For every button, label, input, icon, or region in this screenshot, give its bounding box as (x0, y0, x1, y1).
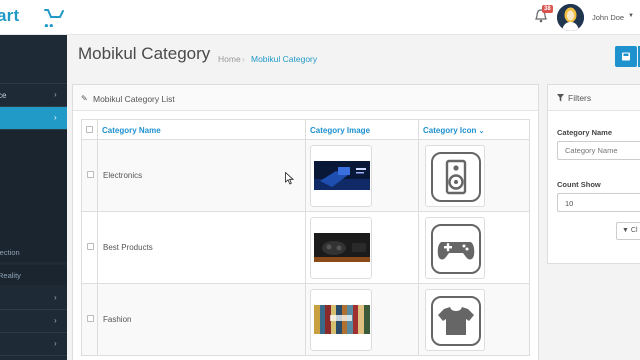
panel-heading: ✎ Mobikul Category List (73, 85, 538, 111)
category-name: Best Products (103, 243, 153, 252)
chevron-right-icon: › (54, 339, 57, 348)
category-name-label: Category Name (557, 128, 613, 137)
gamepad-icon (437, 242, 475, 260)
panel-title: Mobikul Category List (93, 94, 175, 104)
sidebar-item-8[interactable]: › (0, 333, 67, 356)
products-banner-image (314, 233, 370, 262)
chevron-right-icon: › (54, 293, 57, 302)
table-row: Electronics (81, 140, 530, 212)
column-header-label: Category Image (310, 126, 371, 135)
sidebar-item-7[interactable]: › (0, 310, 67, 333)
user-menu-caret-icon[interactable]: ▼ (628, 13, 634, 19)
electronics-banner-image (314, 161, 370, 190)
sidebar-item-2[interactable]: ce › (0, 84, 67, 107)
row-checkbox[interactable] (87, 315, 94, 322)
chevron-right-icon: › (54, 113, 57, 122)
column-header-label: Category Name (102, 126, 161, 135)
count-show-label: Count Show (557, 180, 601, 189)
tshirt-icon (438, 307, 474, 335)
sidebar-subitem-reality[interactable]: Reality (0, 265, 67, 285)
user-name[interactable]: John Doe (592, 13, 624, 22)
logo-text: art (0, 6, 20, 25)
filters-title: Filters (568, 93, 592, 103)
category-image-thumb[interactable] (310, 289, 372, 351)
category-list-panel: ✎ Mobikul Category List Category Name Ca… (72, 84, 539, 360)
page-title: Mobikul Category (78, 44, 211, 63)
category-icon-thumb[interactable] (425, 145, 485, 207)
column-header-name[interactable]: Category Name (97, 119, 306, 140)
row-checkbox[interactable] (87, 171, 94, 178)
user-avatar[interactable] (557, 4, 584, 31)
sidebar-item-6[interactable]: › (0, 287, 67, 310)
filter-button[interactable]: ▼ Cl (616, 222, 640, 240)
category-name: Fashion (103, 315, 132, 324)
breadcrumb-current[interactable]: Mobikul Category (251, 54, 317, 64)
chevron-right-icon: › (54, 90, 57, 99)
sidebar-subitem-collection[interactable]: lection (0, 242, 67, 262)
sidebar-item-active[interactable]: › (0, 107, 67, 130)
speaker-icon (445, 159, 467, 195)
category-name: Electronics (103, 171, 143, 180)
category-name-input[interactable] (557, 141, 640, 160)
sidebar-subitem-label: Reality (0, 271, 21, 280)
sidebar-nav: l ce › › lection Reality › › › (0, 35, 67, 360)
pencil-icon: ✎ (81, 94, 88, 103)
category-image-thumb[interactable] (310, 145, 372, 207)
category-icon-thumb[interactable] (425, 217, 485, 279)
floppy-disk-icon (622, 52, 630, 61)
breadcrumb-separator: › (242, 54, 245, 64)
select-all-header (81, 119, 98, 140)
breadcrumb-home[interactable]: Home (218, 54, 241, 64)
category-icon-thumb[interactable] (425, 289, 485, 351)
category-image-thumb[interactable] (310, 217, 372, 279)
avatar-image (557, 4, 584, 31)
filter-funnel-icon (557, 94, 564, 102)
save-button[interactable] (615, 46, 637, 67)
filter-button-label: Cl (630, 227, 638, 234)
table-row: Fashion (81, 284, 530, 356)
count-show-value: 10 (565, 199, 574, 208)
notification-badge: 38 (542, 5, 553, 13)
fashion-banner-image (314, 305, 370, 334)
mouse-cursor-icon (285, 172, 294, 185)
sidebar-item-1[interactable]: l (0, 61, 67, 84)
table-row: Best Products (81, 212, 530, 284)
top-header: art ●● 38 John Doe ▼ (0, 0, 640, 35)
filter-button-icon: ▼ (622, 227, 629, 234)
sidebar-submenu (0, 130, 67, 246)
chevron-right-icon: › (54, 316, 57, 325)
column-header-icon[interactable]: Category Icon ⌄ (418, 119, 530, 140)
logo-dots: ●● (44, 21, 54, 27)
sidebar-item-label: ce (0, 91, 7, 100)
column-header-image[interactable]: Category Image (305, 119, 419, 140)
opencart-logo[interactable]: art ●● (0, 5, 66, 27)
filters-heading: Filters (548, 85, 640, 111)
select-all-checkbox[interactable] (86, 126, 93, 133)
column-header-label: Category Icon (423, 126, 477, 135)
row-checkbox[interactable] (87, 243, 94, 250)
sidebar-subitem-label: lection (0, 248, 20, 257)
cart-logo-icon (44, 9, 64, 18)
sort-caret-icon: ⌄ (478, 128, 485, 135)
count-show-select[interactable]: 10 (557, 193, 640, 212)
